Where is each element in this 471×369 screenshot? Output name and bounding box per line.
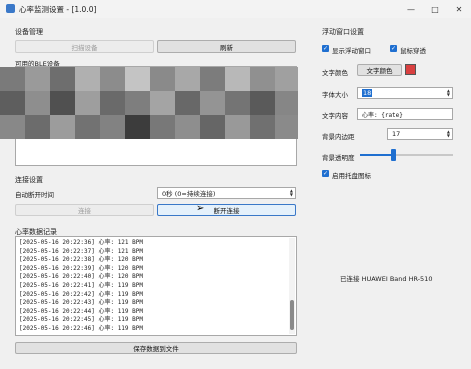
device-group-title: 设备管理	[15, 28, 43, 36]
log-line: [2025-05-16 20:22:40] 心率: 120 BPM	[19, 273, 143, 281]
scan-devices-button[interactable]: 扫描设备	[15, 40, 154, 53]
app-icon	[6, 4, 15, 13]
show-floating-checkbox[interactable]: ✓	[322, 45, 329, 52]
tray-icon-checkbox[interactable]: ✓	[322, 170, 329, 177]
log-line: [2025-05-16 20:22:37] 心率: 121 BPM	[19, 247, 143, 255]
log-line: [2025-05-16 20:22:42] 心率: 119 BPM	[19, 290, 143, 298]
connect-button[interactable]: 连接	[15, 204, 154, 216]
auto-disconnect-spinbox[interactable]: 0秒 (0=持续连接) ▲ ▼	[157, 187, 296, 199]
log-line: [2025-05-16 20:22:43] 心率: 119 BPM	[19, 299, 143, 307]
bg-padding-value: 17	[392, 130, 401, 138]
minimize-button[interactable]: —	[399, 0, 423, 18]
log-line: [2025-05-16 20:22:41] 心率: 119 BPM	[19, 281, 143, 289]
font-size-spinbox[interactable]: 18 ▲ ▼	[357, 87, 453, 99]
maximize-icon: □	[431, 4, 439, 14]
spin-arrows-icon[interactable]: ▲ ▼	[447, 130, 450, 138]
auto-disconnect-value: 0秒 (0=持续连接)	[162, 190, 216, 198]
text-content-label: 文字内容	[322, 112, 348, 120]
connection-group-title: 连接设置	[15, 176, 43, 184]
spin-arrows-icon[interactable]: ▲ ▼	[290, 189, 293, 197]
refresh-button[interactable]: 刷新	[157, 40, 296, 53]
mouse-through-checkbox[interactable]: ✓	[390, 45, 397, 52]
font-size-value: 18	[362, 89, 373, 97]
bg-opacity-handle[interactable]	[390, 149, 396, 161]
spin-arrows-icon[interactable]: ▲ ▼	[447, 89, 450, 97]
log-line: [2025-05-16 20:22:36] 心率: 121 BPM	[19, 239, 143, 246]
bg-opacity-slider[interactable]	[360, 149, 453, 161]
bg-padding-label: 背景内边距	[322, 133, 355, 141]
log-line: [2025-05-16 20:22:46] 心率: 119 BPM	[19, 324, 143, 332]
tray-icon-label: 启用托盘图标	[332, 172, 371, 180]
log-scrollbar[interactable]	[289, 238, 295, 334]
disconnect-button[interactable]: 断开连接	[157, 204, 296, 216]
log-line: [2025-05-16 20:22:45] 心率: 119 BPM	[19, 316, 143, 324]
minimize-icon: —	[407, 4, 415, 14]
maximize-button[interactable]: □	[423, 0, 447, 18]
bg-opacity-fill	[360, 154, 393, 156]
text-color-swatch[interactable]	[405, 64, 416, 75]
log-lines: [2025-05-16 20:22:36] 心率: 121 BPM [2025-…	[19, 239, 143, 334]
mouse-cursor-icon: ➢	[196, 203, 205, 214]
save-data-button[interactable]: 保存数据到文件	[15, 342, 297, 354]
text-color-button[interactable]: 文字颜色	[357, 64, 402, 76]
log-scrollbar-thumb[interactable]	[290, 300, 294, 330]
font-size-label: 字体大小	[322, 91, 348, 99]
log-line: [2025-05-16 20:22:38] 心率: 120 BPM	[19, 256, 143, 264]
floating-group-title: 浮动窗口设置	[322, 28, 364, 36]
auto-disconnect-label: 自动断开时间	[15, 191, 54, 199]
text-content-value: 心率: {rate}	[362, 111, 403, 119]
close-button[interactable]: ✕	[447, 0, 471, 18]
text-content-input[interactable]: 心率: {rate}	[357, 108, 453, 120]
heart-rate-log[interactable]: [2025-05-16 20:22:36] 心率: 121 BPM [2025-…	[15, 236, 297, 336]
mouse-through-label: 鼠标穿透	[400, 47, 426, 55]
close-icon: ✕	[455, 4, 463, 14]
redacted-mosaic	[0, 67, 298, 139]
bg-opacity-label: 背景透明度	[322, 154, 355, 162]
text-color-label: 文字颜色	[322, 69, 348, 77]
show-floating-label: 显示浮动窗口	[332, 47, 371, 55]
ble-device-list[interactable]	[0, 66, 298, 166]
connection-status: 已连接 HUAWEI Band HR-510	[340, 275, 433, 283]
window-title: 心率监测设置 - [1.0.0]	[19, 5, 97, 14]
bg-padding-spinbox[interactable]: 17 ▲ ▼	[387, 128, 453, 140]
